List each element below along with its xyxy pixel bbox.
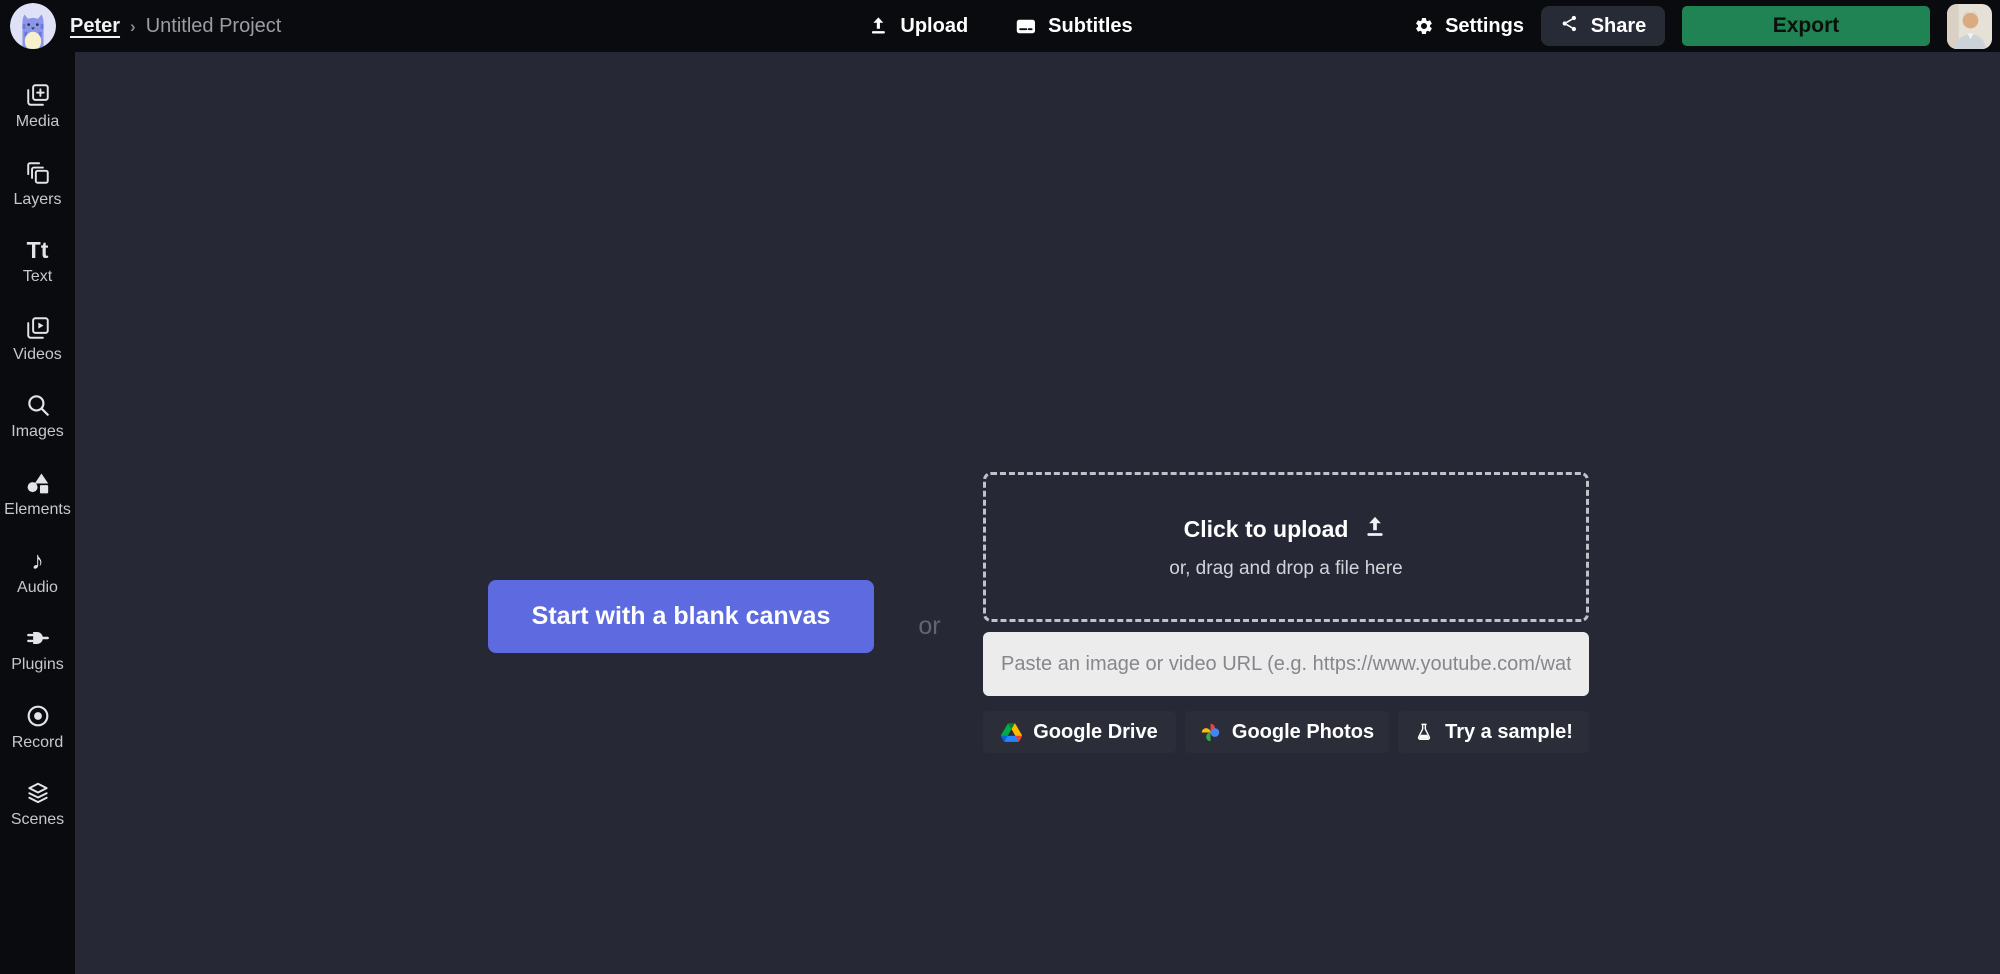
share-label: Share [1591, 15, 1647, 38]
sidebar-item-audio[interactable]: ♪ Audio [0, 548, 75, 597]
try-sample-button[interactable]: Try a sample! [1398, 711, 1589, 753]
sidebar-label: Layers [13, 191, 61, 209]
settings-label: Settings [1445, 15, 1524, 38]
editor-canvas: Start with a blank canvas or Click to up… [75, 52, 2000, 974]
shapes-icon [25, 470, 51, 496]
subtitles-button[interactable]: Subtitles [1014, 0, 1132, 52]
sidebar-label: Videos [13, 346, 62, 364]
upload-panel: Click to upload or, drag and drop a file… [983, 472, 1589, 753]
sidebar-item-videos[interactable]: Videos [0, 315, 75, 364]
plug-icon [25, 625, 51, 651]
scenes-layers-icon [25, 780, 51, 806]
sidebar-item-record[interactable]: Record [0, 703, 75, 752]
upload-label: Upload [900, 15, 968, 38]
kapwing-cat-logo-icon[interactable] [10, 3, 56, 49]
sidebar-item-text[interactable]: Tt Text [0, 237, 75, 286]
breadcrumb-project-title[interactable]: Untitled Project [146, 15, 282, 38]
sidebar-label: Scenes [11, 811, 64, 829]
google-photos-button[interactable]: Google Photos [1185, 711, 1389, 753]
google-drive-icon [1001, 723, 1022, 742]
flask-icon [1414, 722, 1434, 742]
text-tt-icon: Tt [27, 237, 49, 263]
top-bar-left: Peter › Untitled Project [0, 3, 281, 49]
sidebar-label: Audio [17, 579, 58, 597]
start-blank-canvas-button[interactable]: Start with a blank canvas [488, 580, 874, 653]
sidebar-item-media[interactable]: Media [0, 82, 75, 131]
user-avatar[interactable] [1947, 4, 1992, 49]
top-bar-center: Upload Subtitles [867, 0, 1132, 52]
record-icon [25, 703, 51, 729]
kapwing-editor: Peter › Untitled Project Upload [0, 0, 2000, 974]
share-button[interactable]: Share [1541, 6, 1665, 46]
google-drive-button[interactable]: Google Drive [983, 711, 1176, 753]
sidebar-label: Elements [4, 501, 71, 519]
dropzone-subtitle: or, drag and drop a file here [1169, 558, 1402, 580]
google-drive-label: Google Drive [1033, 721, 1157, 744]
sidebar-item-elements[interactable]: Elements [0, 470, 75, 519]
top-bar-right: Settings Share Export [1414, 0, 2000, 52]
or-separator-label: or [907, 612, 952, 641]
dropzone-title-row: Click to upload [1184, 514, 1389, 545]
upload-arrow-icon [1362, 514, 1388, 545]
google-photos-label: Google Photos [1232, 721, 1374, 744]
sidebar-label: Text [23, 268, 52, 286]
music-note-icon: ♪ [31, 548, 44, 574]
file-dropzone[interactable]: Click to upload or, drag and drop a file… [983, 472, 1589, 622]
share-icon [1560, 14, 1579, 39]
sidebar-item-images[interactable]: Images [0, 392, 75, 441]
import-source-row: Google Drive Google Photos [983, 711, 1589, 753]
try-sample-label: Try a sample! [1445, 721, 1573, 744]
dropzone-title: Click to upload [1184, 516, 1349, 543]
upload-icon [867, 15, 889, 37]
top-bar: Peter › Untitled Project Upload [0, 0, 2000, 52]
sidebar-item-scenes[interactable]: Scenes [0, 780, 75, 829]
subtitles-icon [1014, 15, 1037, 38]
sidebar-label: Media [16, 113, 60, 131]
breadcrumb-user-link[interactable]: Peter [70, 15, 120, 38]
breadcrumb-separator: › [130, 17, 136, 37]
sidebar-label: Images [11, 423, 63, 441]
tools-sidebar: Media Layers Tt Text [0, 52, 75, 974]
export-button[interactable]: Export [1682, 6, 1930, 46]
video-play-icon [25, 315, 51, 341]
breadcrumb: Peter › Untitled Project [70, 15, 281, 38]
subtitles-label: Subtitles [1048, 15, 1132, 38]
media-add-icon [25, 82, 51, 108]
sidebar-item-plugins[interactable]: Plugins [0, 625, 75, 674]
google-photos-icon [1200, 722, 1221, 743]
media-url-input[interactable] [983, 632, 1589, 696]
layers-stack-icon [25, 160, 51, 186]
sidebar-label: Record [12, 734, 64, 752]
sidebar-label: Plugins [11, 656, 63, 674]
upload-button[interactable]: Upload [867, 0, 968, 52]
settings-button[interactable]: Settings [1414, 0, 1524, 52]
sidebar-item-layers[interactable]: Layers [0, 160, 75, 209]
gear-icon [1414, 16, 1434, 36]
search-icon [25, 392, 51, 418]
